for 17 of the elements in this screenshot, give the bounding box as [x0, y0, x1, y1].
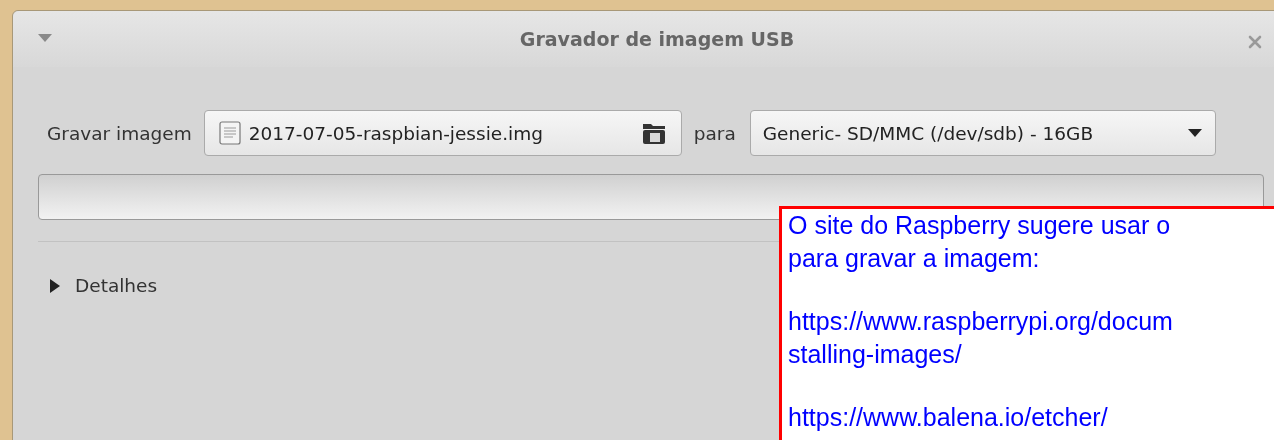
window-menu-icon[interactable] — [37, 33, 53, 43]
annotation-text: https://www.balena.io/etcher/ — [788, 403, 1108, 431]
device-dropdown[interactable]: Generic- SD/MMC (/dev/sdb) - 16GB — [749, 110, 1216, 156]
to-label: para — [693, 122, 736, 144]
folder-icon — [640, 121, 667, 145]
annotation-text: O site do Raspberry sugere usar o — [788, 211, 1171, 239]
window-title: Gravador de imagem USB — [519, 28, 795, 50]
caret-icon — [1186, 128, 1203, 138]
file-chooser-button[interactable]: 2017-07-05-raspbian-jessie.img — [203, 110, 682, 156]
annotation-text: para gravar a imagem: — [788, 244, 1040, 272]
write-image-label: Gravar imagem — [47, 122, 192, 144]
document-icon — [218, 121, 241, 145]
details-expander[interactable]: Detalhes — [49, 275, 158, 296]
expander-arrow-icon — [49, 278, 61, 293]
annotation-text: https://www.raspberrypi.org/docum — [788, 307, 1173, 335]
close-icon[interactable] — [1248, 35, 1262, 49]
annotation-text: stalling-images/ — [788, 340, 962, 368]
